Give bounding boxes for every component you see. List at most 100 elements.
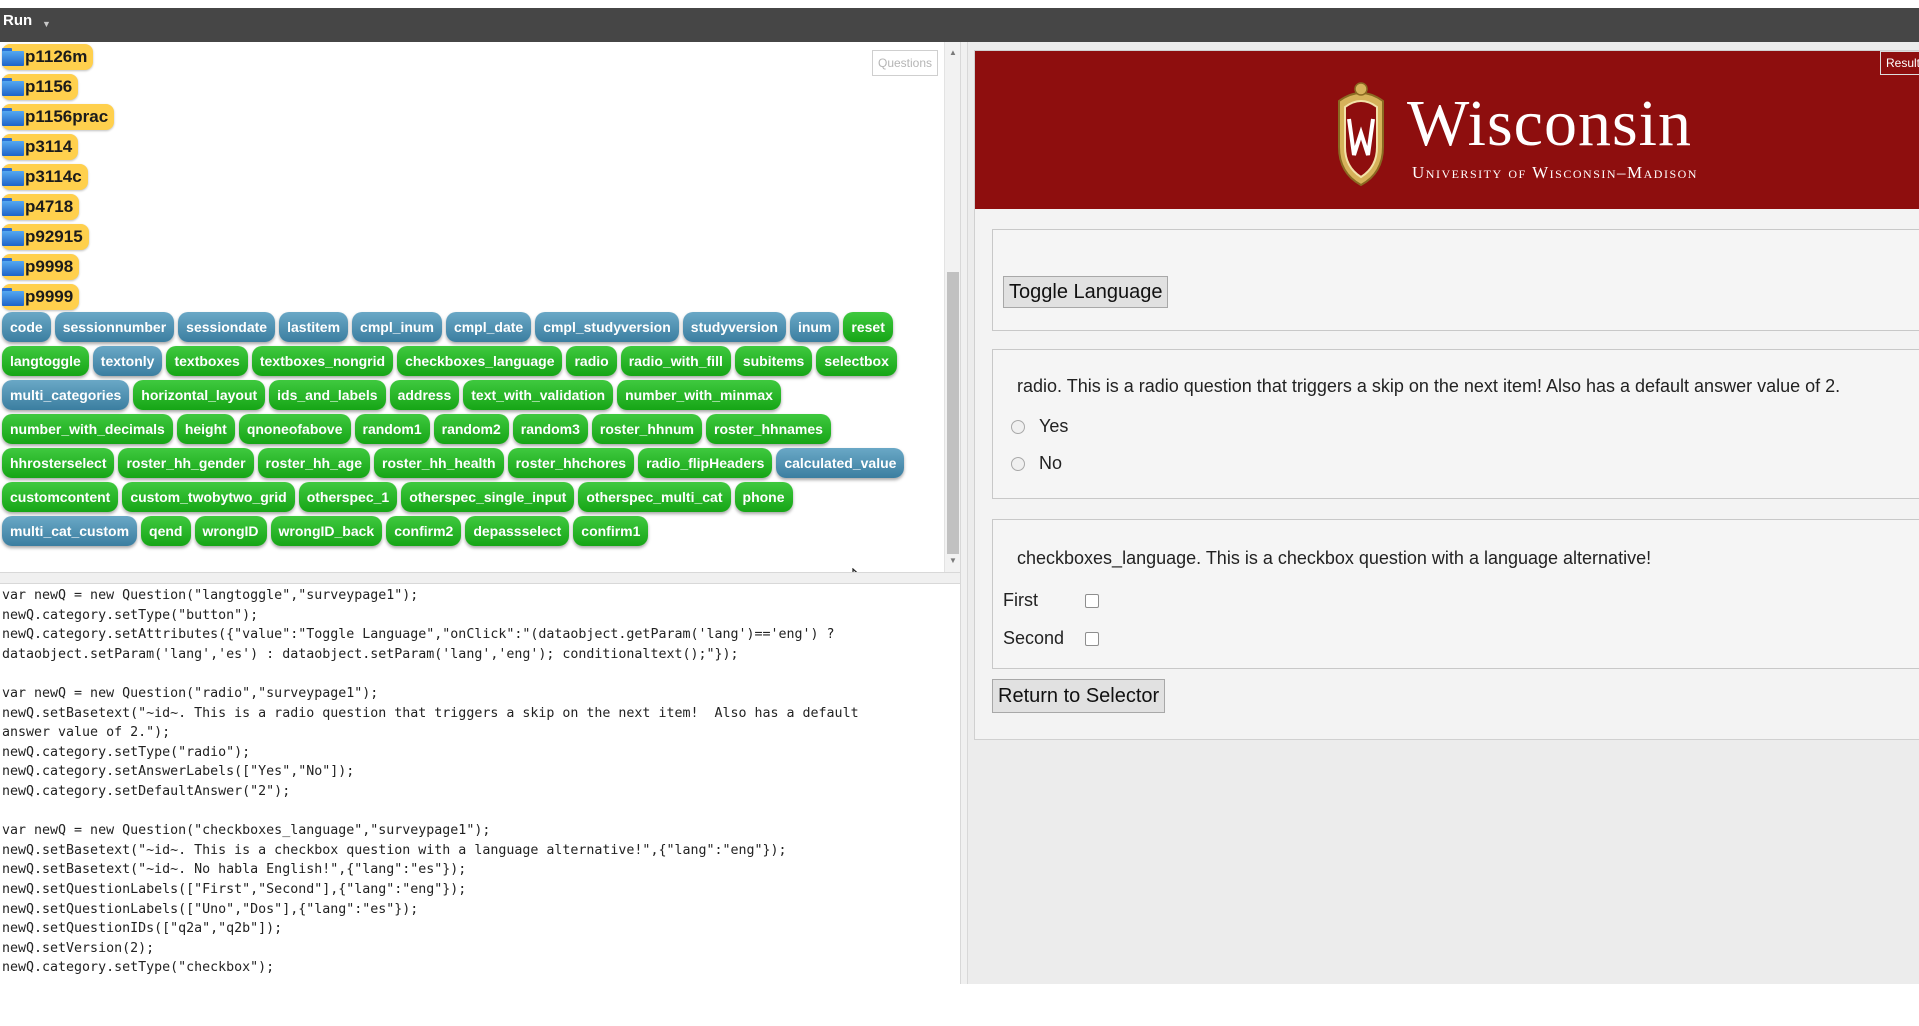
question-button[interactable]: wrongID_back [270, 516, 383, 546]
question-button[interactable]: otherspec_single_input [401, 482, 575, 512]
result-button[interactable]: Result [1880, 51, 1919, 75]
question-button[interactable]: random3 [512, 414, 588, 444]
folder-label: p9999 [25, 287, 74, 306]
question-button[interactable]: textboxes_nongrid [251, 346, 394, 376]
question-button[interactable]: roster_hh_age [257, 448, 371, 478]
pane-splitter-vertical[interactable] [960, 42, 968, 984]
code-line: newQ.category.setType("radio"); [2, 744, 251, 760]
question-button[interactable]: random2 [433, 414, 509, 444]
question-button[interactable]: qnoneofabove [238, 414, 351, 444]
code-line: newQ.category.setAnswerLabels(["Yes","No… [2, 764, 355, 780]
question-button[interactable]: multi_categories [2, 380, 130, 410]
question-button[interactable]: ids_and_labels [269, 380, 386, 410]
return-to-selector-button[interactable]: Return to Selector [992, 679, 1166, 713]
pane-splitter-horizontal[interactable] [0, 572, 962, 584]
question-button[interactable]: roster_hhnames [706, 414, 831, 444]
folder-item[interactable]: p1156 [2, 74, 79, 100]
question-button[interactable]: inum [789, 312, 840, 342]
question-button[interactable]: textboxes [166, 346, 248, 376]
checkbox-second[interactable] [1085, 631, 1099, 646]
question-button[interactable]: cmpl_date [445, 312, 532, 342]
question-button[interactable]: selectbox [816, 346, 897, 376]
question-button[interactable]: studyversion [682, 312, 786, 342]
question-button[interactable]: horizontal_layout [133, 380, 266, 410]
folder-item[interactable]: p92915 [2, 224, 89, 250]
question-button[interactable]: subitems [734, 346, 813, 376]
question-button[interactable]: roster_hhnum [591, 414, 702, 444]
toggle-language-button[interactable]: Toggle Language [1003, 276, 1169, 308]
selector-scrollbar[interactable]: ▲ ▼ [944, 42, 960, 572]
folder-icon [2, 198, 24, 216]
question-button[interactable]: langtoggle [2, 346, 89, 376]
question-button[interactable]: lastitem [279, 312, 349, 342]
question-button[interactable]: wrongID [194, 516, 267, 546]
question-button[interactable]: checkboxes_language [397, 346, 563, 376]
question-button[interactable]: customcontent [2, 482, 119, 512]
question-button[interactable]: custom_twobytwo_grid [122, 482, 295, 512]
question-button[interactable]: roster_hh_gender [118, 448, 254, 478]
question-button[interactable]: confirm1 [573, 516, 649, 546]
radio-option-yes[interactable]: Yes [1011, 416, 1068, 437]
scroll-down-arrow-icon[interactable]: ▼ [945, 556, 961, 565]
run-button[interactable]: Run [3, 12, 32, 29]
question-button[interactable]: random1 [354, 414, 430, 444]
scroll-up-arrow-icon[interactable]: ▲ [945, 48, 961, 57]
question-button[interactable]: textonly [92, 346, 163, 376]
code-line: newQ.setBasetext("~id~. No habla English… [2, 862, 467, 878]
question-button[interactable]: address [389, 380, 460, 410]
questions-button[interactable]: Questions [872, 50, 938, 76]
question-button[interactable]: confirm2 [386, 516, 462, 546]
editor-pane: p1126m p1156 p1156prac p3114 p3114c p4718 p929… [0, 42, 962, 984]
question-button[interactable]: cmpl_studyversion [535, 312, 679, 342]
code-editor[interactable]: var newQ = new Question("langtoggle","su… [2, 586, 958, 1026]
code-line: newQ.setQuestionLabels(["First","Second"… [2, 881, 467, 897]
question-button[interactable]: radio_with_fill [620, 346, 731, 376]
code-line: newQ.category.setType("button"); [2, 607, 259, 623]
question-button[interactable]: depassselect [465, 516, 570, 546]
checkbox-option-second: Second [1003, 628, 1099, 649]
question-button[interactable]: qend [141, 516, 191, 546]
uw-crest-icon [1338, 82, 1384, 187]
survey-preview: Wisconsin University of Wisconsin–Madiso… [974, 50, 1919, 740]
radio-button-yes[interactable] [1011, 419, 1025, 434]
folder-item[interactable]: p9999 [2, 284, 80, 310]
folder-icon [2, 138, 24, 156]
question-button[interactable]: calculated_value [776, 448, 905, 478]
question-button[interactable]: multi_cat_custom [2, 516, 138, 546]
question-button[interactable]: hhrosterselect [2, 448, 115, 478]
radio-option-no[interactable]: No [1011, 453, 1062, 474]
question-button[interactable]: sessiondate [178, 312, 276, 342]
folder-item[interactable]: p3114c [2, 164, 88, 190]
question-button[interactable]: height [176, 414, 235, 444]
folder-label: p1156prac [25, 107, 109, 126]
folder-item[interactable]: p3114 [2, 134, 79, 160]
question-button-row: code sessionnumber sessiondate lastitem cmpl… [2, 312, 944, 346]
run-caret-icon[interactable]: ▼ [42, 19, 51, 29]
scrollbar-thumb[interactable] [947, 272, 959, 554]
question-button[interactable]: cmpl_inum [352, 312, 442, 342]
question-button[interactable]: otherspec_multi_cat [578, 482, 731, 512]
question-button-grid: code sessionnumber sessiondate lastitem cmpl… [2, 312, 944, 550]
question-button[interactable]: text_with_validation [463, 380, 614, 410]
folder-item[interactable]: p1126m [2, 44, 94, 70]
code-line: newQ.category.setType("checkbox"); [2, 960, 275, 976]
question-button[interactable]: reset [843, 312, 893, 342]
folder-item[interactable]: p4718 [2, 194, 80, 220]
question-button[interactable]: radio_flipHeaders [638, 448, 773, 478]
code-line: var newQ = new Question("langtoggle","su… [2, 588, 419, 603]
question-button[interactable]: number_with_minmax [617, 380, 781, 410]
question-button[interactable]: roster_hh_health [374, 448, 504, 478]
folder-item[interactable]: p9998 [2, 254, 80, 280]
question-button[interactable]: roster_hhchores [507, 448, 635, 478]
question-button[interactable]: phone [734, 482, 793, 512]
question-button[interactable]: radio [566, 346, 617, 376]
question-button[interactable]: code [2, 312, 51, 342]
checkbox-first[interactable] [1085, 593, 1099, 608]
radio-button-no[interactable] [1011, 456, 1025, 471]
folder-item[interactable]: p1156prac [2, 104, 115, 130]
checkbox-option-label: First [1003, 590, 1038, 610]
question-button[interactable]: sessionnumber [54, 312, 175, 342]
question-button[interactable]: otherspec_1 [298, 482, 398, 512]
question-button[interactable]: number_with_decimals [2, 414, 173, 444]
